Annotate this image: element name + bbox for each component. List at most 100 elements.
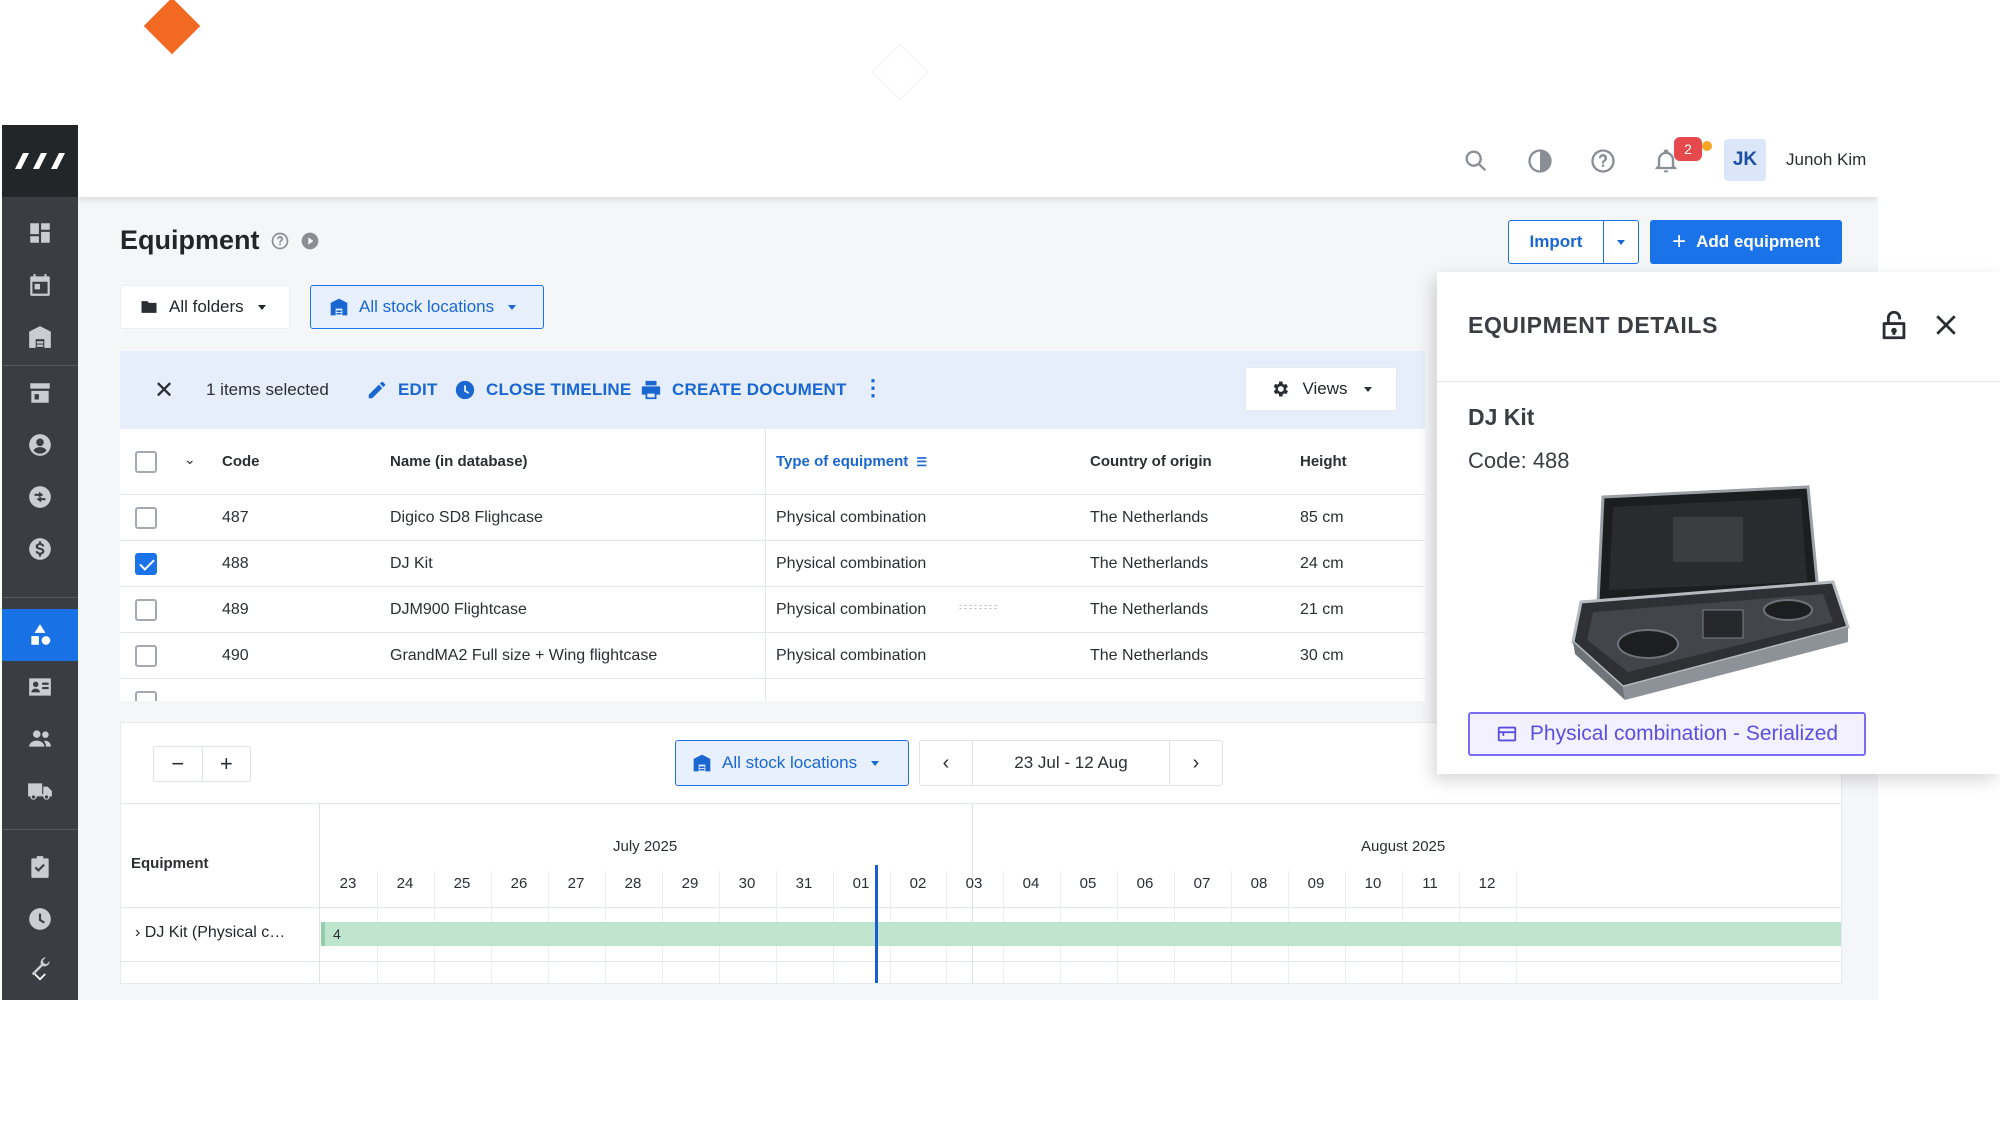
next-range-button[interactable]: ›	[1170, 741, 1222, 785]
user-circle-icon	[29, 434, 51, 456]
table-row-partial[interactable]	[120, 679, 1425, 701]
date-range-label[interactable]: 23 Jul - 12 Aug	[972, 741, 1170, 785]
timeline-divider	[121, 907, 1841, 908]
sort-icon: ☰	[916, 455, 928, 469]
zoom-in-button[interactable]: +	[203, 747, 251, 781]
truck-icon	[28, 783, 52, 800]
timeline-row-label[interactable]: › DJ Kit (Physical c…	[135, 924, 285, 942]
theme-button[interactable]	[1522, 143, 1558, 179]
title-help-button[interactable]	[270, 231, 290, 251]
clear-selection-button[interactable]: ✕	[154, 379, 174, 403]
zoom-out-button[interactable]: −	[154, 747, 203, 781]
column-header-type[interactable]: Type of equipment ☰	[776, 453, 927, 470]
sync-icon	[29, 486, 51, 508]
column-header-country[interactable]: Country of origin	[1090, 453, 1212, 470]
cell-height: 21 cm	[1300, 601, 1344, 618]
chevron-down-icon: ⌄	[184, 451, 196, 467]
decorative-diamond	[871, 43, 929, 101]
date-range-nav: ‹ 23 Jul - 12 Aug ›	[919, 740, 1223, 786]
row-checkbox[interactable]	[135, 507, 157, 529]
nav-sync[interactable]	[2, 471, 78, 523]
cell-country: The Netherlands	[1090, 509, 1209, 526]
create-document-button[interactable]: CREATE DOCUMENT	[640, 379, 847, 401]
column-header-name[interactable]: Name (in database)	[390, 453, 528, 470]
screenshot-stage: 2 JK Junoh Kim Equipment Import + Add eq…	[0, 0, 2000, 1125]
caret-down-icon	[257, 304, 266, 310]
column-header-code[interactable]: Code	[222, 453, 260, 470]
details-title: EQUIPMENT DETAILS	[1468, 312, 1719, 338]
topbar: 2 JK Junoh Kim	[78, 125, 1878, 197]
stock-location-filter[interactable]: All stock locations	[310, 285, 544, 329]
nav-tasks[interactable]	[2, 841, 78, 893]
nav-crew[interactable]	[2, 661, 78, 713]
more-actions-button[interactable]: ⋮	[862, 377, 884, 399]
zoom-controls: − +	[153, 746, 251, 782]
row-checkbox[interactable]	[135, 553, 157, 575]
timeline-column-divider	[319, 803, 320, 983]
nav-time[interactable]	[2, 893, 78, 945]
warehouse-icon	[29, 326, 51, 348]
views-button[interactable]: Views	[1245, 367, 1397, 411]
previous-range-button[interactable]: ‹	[920, 741, 972, 785]
nav-storefront[interactable]	[2, 367, 78, 419]
timeline-location-filter[interactable]: All stock locations	[675, 740, 909, 786]
nav-people[interactable]	[2, 713, 78, 765]
app-logo[interactable]	[2, 125, 78, 197]
booking-bar[interactable]	[321, 922, 1841, 946]
close-panel-button[interactable]	[1931, 310, 1961, 340]
sidebar-expand[interactable]	[2, 963, 78, 993]
box-icon	[1497, 726, 1517, 742]
title-video-button[interactable]	[300, 231, 320, 251]
nav-calendar[interactable]	[2, 259, 78, 311]
table-row[interactable]: 487 Digico SD8 Flighcase Physical combin…	[120, 495, 1425, 541]
nav-finance[interactable]	[2, 523, 78, 575]
import-dropdown-button[interactable]	[1603, 220, 1639, 264]
help-button[interactable]	[1585, 143, 1621, 179]
add-equipment-button[interactable]: + Add equipment	[1650, 220, 1842, 264]
cell-type: Physical combination	[776, 647, 927, 664]
table-row[interactable]: 490 GrandMA2 Full size + Wing flightcase…	[120, 633, 1425, 679]
selection-menu-button[interactable]: ⌄	[184, 451, 196, 468]
column-header-height[interactable]: Height	[1300, 453, 1347, 470]
edit-button[interactable]: EDIT	[366, 379, 438, 401]
select-all-checkbox[interactable]	[135, 451, 157, 473]
cell-height: 85 cm	[1300, 509, 1344, 526]
caret-down-icon	[1363, 386, 1372, 392]
clock-icon	[455, 380, 475, 400]
equipment-type-badge[interactable]: Physical combination - Serialized	[1468, 712, 1866, 756]
equipment-name: DJ Kit	[1468, 404, 1535, 430]
row-checkbox[interactable]	[135, 645, 157, 667]
help-indicator-dot	[1702, 141, 1712, 151]
close-timeline-button[interactable]: CLOSE TIMELINE	[454, 379, 631, 401]
nav-equipment[interactable]	[2, 609, 78, 661]
selected-count: 1 items selected	[206, 380, 329, 399]
table-row[interactable]: 489 DJM900 Flightcase Physical combinati…	[120, 587, 1425, 633]
lock-open-icon	[1882, 310, 1906, 340]
folder-filter[interactable]: All folders	[120, 285, 290, 329]
timeline-divider	[121, 803, 1841, 804]
warehouse-icon	[330, 298, 348, 316]
create-document-label: CREATE DOCUMENT	[672, 380, 847, 399]
nav-transport[interactable]	[2, 765, 78, 817]
nav-warehouse[interactable]	[2, 311, 78, 363]
table-row[interactable]: 488 DJ Kit Physical combination The Neth…	[120, 541, 1425, 587]
chevron-right-icon: ›	[135, 924, 141, 941]
caret-down-icon	[871, 760, 880, 766]
cell-name: DJ Kit	[390, 555, 433, 572]
user-name[interactable]: Junoh Kim	[1786, 150, 1866, 170]
row-checkbox[interactable]	[135, 599, 157, 621]
avatar[interactable]: JK	[1724, 139, 1766, 181]
cell-type: Physical combination	[776, 601, 927, 618]
lock-button[interactable]	[1877, 308, 1911, 342]
cell-country: The Netherlands	[1090, 647, 1209, 664]
nav-contacts[interactable]	[2, 419, 78, 471]
row-checkbox[interactable]	[135, 691, 157, 701]
resize-handle[interactable]	[958, 604, 998, 610]
nav-dashboard[interactable]	[2, 207, 78, 259]
contact-card-icon	[29, 678, 51, 696]
search-icon	[1465, 150, 1487, 172]
import-button[interactable]: Import	[1508, 220, 1604, 264]
sidebar-divider	[2, 597, 78, 598]
search-button[interactable]	[1458, 143, 1494, 179]
chevron-right-icon: ›	[1192, 751, 1200, 774]
